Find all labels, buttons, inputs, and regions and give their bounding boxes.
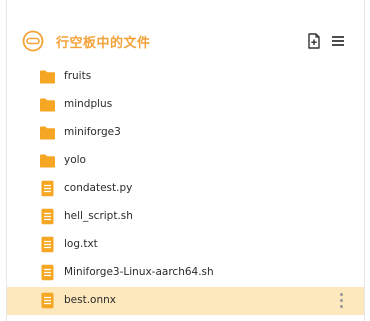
file-panel: 行空板中的文件 fruits mindplus miniforge3 yolo cond… [6, 0, 365, 321]
panel-header: 行空板中的文件 [7, 22, 364, 60]
file-row[interactable]: best.onnx [7, 287, 364, 315]
file-name: yolo [64, 154, 86, 166]
folder-icon [39, 68, 56, 85]
file-row[interactable]: Miniforge3-Linux-aarch64.sh [7, 259, 364, 287]
folder-row[interactable]: fruits [7, 63, 364, 91]
file-name: log.txt [64, 238, 98, 250]
folder-row[interactable]: yolo [7, 147, 364, 175]
file-name: hell_script.sh [64, 210, 133, 222]
file-icon [39, 180, 56, 197]
more-options-icon[interactable] [339, 293, 345, 309]
file-row[interactable]: condatest.py [7, 175, 364, 203]
file-icon [39, 236, 56, 253]
file-row[interactable]: hell_script.sh [7, 203, 364, 231]
hamburger-menu-icon[interactable] [329, 32, 347, 50]
folder-row[interactable]: mindplus [7, 91, 364, 119]
folder-row[interactable]: miniforge3 [7, 119, 364, 147]
panel-title: 行空板中的文件 [56, 36, 151, 51]
file-name: miniforge3 [64, 126, 121, 138]
folder-icon [39, 152, 56, 169]
file-name: Miniforge3-Linux-aarch64.sh [64, 266, 214, 278]
file-icon [39, 208, 56, 225]
file-name: condatest.py [64, 182, 133, 194]
file-icon [39, 292, 56, 309]
folder-icon [39, 124, 56, 141]
file-row[interactable]: log.txt [7, 231, 364, 259]
file-list: fruits mindplus miniforge3 yolo condatest.py… [7, 63, 364, 315]
new-file-icon[interactable] [305, 32, 323, 50]
folder-icon [39, 96, 56, 113]
file-name: mindplus [64, 98, 113, 110]
file-name: best.onnx [64, 294, 116, 306]
file-name: fruits [64, 70, 92, 82]
file-icon [39, 264, 56, 281]
unihiker-board-icon [22, 30, 44, 52]
